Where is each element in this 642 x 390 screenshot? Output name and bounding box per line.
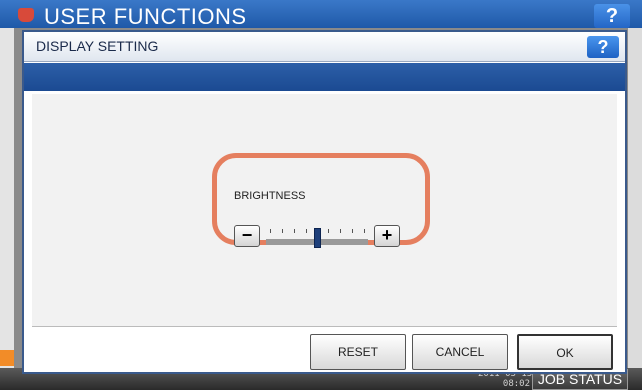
dialog-title: DISPLAY SETTING: [36, 38, 159, 54]
slider-tick: [294, 229, 295, 233]
slider-tick: [340, 229, 341, 233]
brightness-label: BRIGHTNESS: [234, 190, 306, 202]
dialog-title-bar: DISPLAY SETTING ?: [24, 32, 625, 62]
slider-tick: [270, 229, 271, 233]
footer-divider: [32, 326, 617, 327]
slider-tick: [364, 229, 365, 233]
background-help-button[interactable]: ?: [594, 4, 630, 28]
slider-tick: [328, 229, 329, 233]
brightness-control: BRIGHTNESS − +: [212, 153, 432, 248]
dialog-header-band: [24, 63, 625, 91]
slider-tick: [352, 229, 353, 233]
cancel-button[interactable]: CANCEL: [412, 334, 508, 370]
background-right-strip: [628, 28, 642, 368]
display-setting-dialog: DISPLAY SETTING ? BRIGHTNESS − + RESET C…: [22, 30, 627, 374]
user-functions-icon: [18, 8, 34, 22]
background-left-strip: [0, 28, 14, 368]
slider-tick: [306, 229, 307, 233]
background-status-indicator: [0, 350, 14, 366]
brightness-decrease-button[interactable]: −: [234, 225, 260, 247]
background-title: USER FUNCTIONS: [44, 4, 247, 29]
ok-button[interactable]: OK: [517, 334, 613, 370]
reset-button[interactable]: RESET: [310, 334, 406, 370]
slider-tick: [282, 229, 283, 233]
brightness-slider-knob[interactable]: [313, 228, 321, 248]
brightness-increase-button[interactable]: +: [374, 225, 400, 247]
dialog-help-button[interactable]: ?: [587, 36, 619, 58]
